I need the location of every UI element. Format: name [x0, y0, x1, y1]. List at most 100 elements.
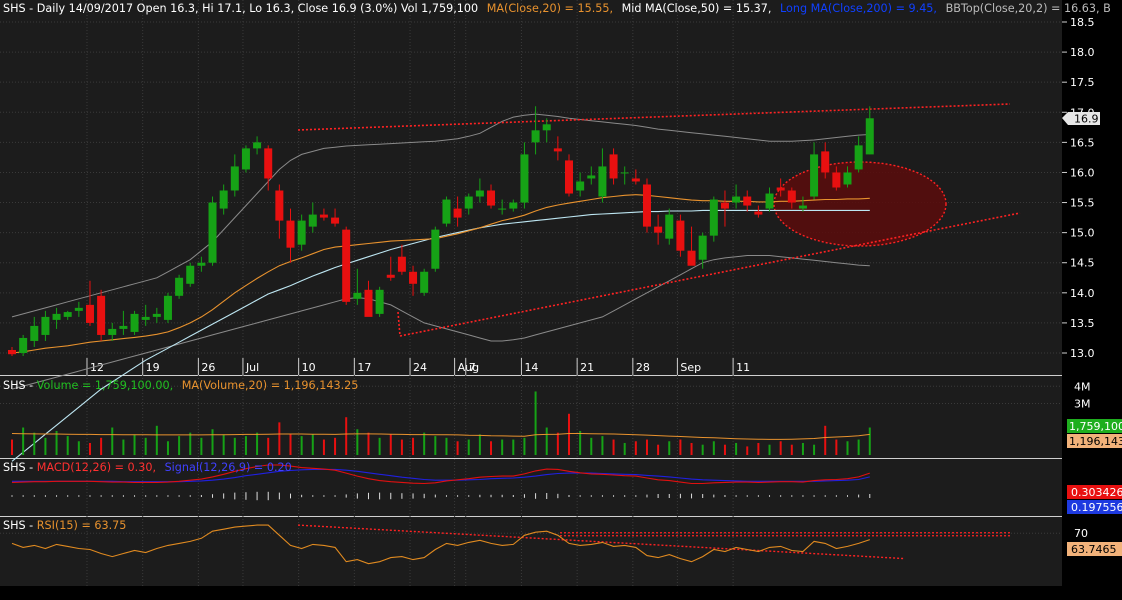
candle-body [821, 151, 830, 173]
candle-body [642, 184, 651, 227]
macd-histogram-bar [278, 492, 280, 500]
volume-bar [55, 430, 58, 455]
macd-histogram-bar [847, 495, 848, 497]
macd-histogram-bar [668, 494, 670, 498]
macd-histogram-bar [479, 494, 481, 498]
volume-bar [11, 439, 13, 455]
macd-histogram-bar [590, 495, 592, 497]
macd-histogram-bar [813, 495, 815, 497]
price-tick-label: 18.5 [1070, 16, 1095, 29]
candle-body [197, 262, 206, 266]
macd-histogram-bar [33, 495, 35, 497]
macd-histogram-bar [724, 495, 726, 497]
price-badge: 16.9 [1062, 112, 1100, 126]
macd-histogram-bar [702, 494, 704, 498]
candle-body [665, 214, 674, 239]
macd-histogram-bar [156, 495, 158, 497]
volume-bar [478, 434, 481, 455]
price-tick-label: 13.5 [1070, 317, 1095, 330]
candle-body [754, 211, 763, 215]
volume-bar [256, 432, 259, 455]
macd-histogram-bar [167, 495, 169, 497]
candle-body [63, 312, 72, 317]
macd-histogram-bar [401, 493, 403, 499]
signal-badge-text: 0.197556 [1071, 501, 1122, 514]
candle-body [130, 313, 139, 332]
volume-ma-badge-text: 1,196,143 [1069, 435, 1122, 448]
candle-body [698, 235, 707, 260]
rsi-badge-text: 63.7465 [1071, 543, 1117, 556]
candle-body [832, 172, 841, 188]
macd-histogram-bar [290, 493, 291, 499]
candle-body [776, 187, 785, 191]
candle-body [865, 118, 874, 155]
candle-body [787, 190, 796, 203]
candle-body [676, 220, 685, 251]
price-tick-label: 18.0 [1070, 46, 1095, 59]
macd-histogram-bar [780, 495, 782, 497]
highlight-ellipse [773, 161, 947, 247]
macd-histogram-bar [89, 495, 91, 497]
candle-body [186, 265, 195, 284]
macd-histogram-bar [111, 495, 113, 497]
macd-histogram-bar [490, 494, 492, 498]
volume-bar [233, 437, 236, 455]
volume-bar [857, 439, 860, 455]
macd-badge-text: 0.303426 [1071, 486, 1122, 499]
volume-bar [278, 422, 281, 455]
volume-bar [289, 434, 292, 455]
price-tick-label: 15.5 [1070, 197, 1095, 210]
rsi-header-prefix: SHS - [3, 519, 37, 532]
candle-body [487, 190, 496, 206]
volume-bar [790, 444, 793, 455]
price-tick-label: 15.0 [1070, 227, 1095, 240]
macd-histogram-bar [78, 495, 80, 497]
macd-histogram-bar [457, 495, 459, 497]
date-label: Jul [245, 361, 259, 374]
volume-header-prefix: SHS - [3, 379, 37, 392]
volume-bar [467, 439, 470, 455]
volume-bar [668, 441, 671, 455]
macd-histogram-bar [134, 495, 136, 497]
candle-body [732, 196, 741, 203]
macd-histogram-bar [234, 492, 236, 500]
price-header: SHS - Daily 14/09/2017 Open 16.3, Hi 17.… [3, 2, 1111, 15]
volume-bar [523, 437, 526, 455]
macd-histogram-bar [122, 495, 124, 497]
candle-body [52, 313, 61, 320]
candle-body [175, 277, 184, 296]
macd-histogram-bar [11, 495, 13, 497]
candle-body [342, 229, 351, 302]
macd-histogram-bar [769, 495, 771, 497]
macd-histogram-bar [613, 495, 615, 497]
candle-body [565, 160, 573, 194]
volume-tick-label: 3M [1074, 397, 1091, 410]
macd-histogram-bar [523, 494, 525, 498]
candle-body [843, 172, 852, 185]
macd-header-signal: Signal(12,26,9) = 0.20 [165, 461, 292, 474]
volume-bar [155, 425, 158, 455]
volume-bar [378, 437, 381, 455]
candle-body [386, 274, 395, 278]
candle-body [275, 190, 284, 221]
macd-histogram-bar [379, 492, 381, 500]
candle-body [464, 196, 473, 209]
candle-body [442, 199, 451, 224]
volume-bar [300, 436, 303, 455]
volume-bar [244, 436, 247, 455]
macd-histogram-bar [601, 495, 603, 497]
volume-bar [768, 444, 771, 455]
volume-bar [434, 436, 437, 455]
macd-histogram-bar [423, 493, 425, 499]
volume-bar [757, 442, 760, 455]
volume-bar [133, 434, 136, 455]
macd-histogram-bar [512, 495, 514, 497]
candle-body [409, 271, 418, 284]
candle-body [620, 172, 629, 174]
macd-histogram-bar [791, 495, 793, 497]
macd-histogram-bar [557, 493, 559, 499]
volume-bar [334, 437, 337, 455]
date-label: 19 [146, 361, 160, 374]
candle-body [397, 256, 406, 272]
price-header-ma20: MA(Close,20) = 15.55, [487, 2, 613, 15]
